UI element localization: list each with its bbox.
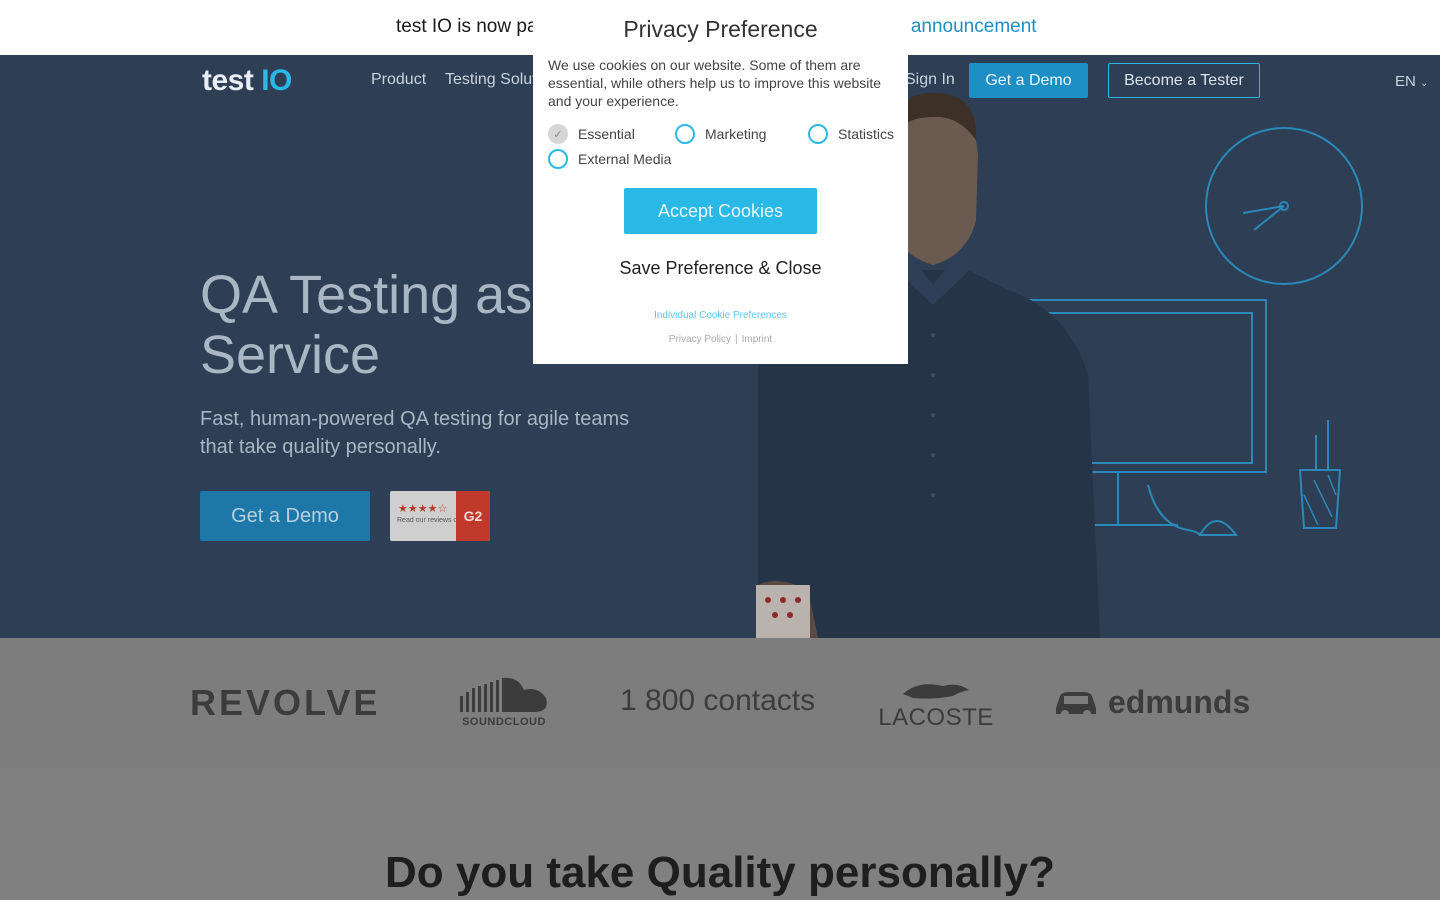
external-media-radio[interactable] xyxy=(548,149,568,169)
nav-testing-solutions[interactable]: Testing Solut xyxy=(445,71,537,89)
revolve-logo: REVOLVE xyxy=(190,682,381,723)
nav-product[interactable]: Product xyxy=(371,71,426,89)
privacy-preference-modal: Privacy Preference We use cookies on our… xyxy=(533,0,908,364)
external-media-option[interactable]: External Media xyxy=(548,149,671,169)
g2-reviews-badge[interactable]: ★★★★☆ Read our reviews on G2 xyxy=(390,491,490,541)
crocodile-icon xyxy=(903,684,969,699)
marketing-label: Marketing xyxy=(705,126,767,142)
soundcloud-cloud-icon xyxy=(460,677,547,712)
logo-accent: IO xyxy=(261,64,292,97)
save-preference-button[interactable]: Save Preference & Close xyxy=(533,258,908,279)
logo-text: test xyxy=(202,64,262,97)
lacoste-text: LACOSTE xyxy=(878,704,994,731)
marketing-option[interactable]: Marketing xyxy=(675,124,766,144)
statistics-option[interactable]: Statistics xyxy=(808,124,894,144)
testio-logo[interactable]: test IO xyxy=(202,64,292,98)
soundcloud-text: SOUNDCLOUD xyxy=(462,716,546,728)
customer-logos: REVOLVE SOUNDCLOUD 1 800 contacts LACOST… xyxy=(0,638,1440,768)
announcement-text: test IO is now pa xyxy=(396,16,538,37)
marketing-radio[interactable] xyxy=(675,124,695,144)
mouse-icon xyxy=(1198,520,1238,536)
rating-stars-icon: ★★★★☆ xyxy=(398,503,448,515)
section-title: Do you take Quality personally? xyxy=(385,848,1055,897)
external-media-label: External Media xyxy=(578,151,672,167)
announcement-link[interactable]: e announcement xyxy=(895,16,1037,38)
modal-footer-links: Privacy Policy | Imprint xyxy=(533,334,908,345)
g2-logo-icon: G2 xyxy=(456,491,490,541)
edmunds-logo: edmunds xyxy=(1052,682,1252,722)
hero-subtitle: Fast, human-powered QA testing for agile… xyxy=(200,408,630,458)
individual-cookie-preferences-link[interactable]: Individual Cookie Preferences xyxy=(533,310,908,321)
statistics-radio[interactable] xyxy=(808,124,828,144)
essential-checkmark-icon[interactable]: ✓ xyxy=(548,124,568,144)
lacoste-logo: LACOSTE xyxy=(873,676,999,732)
modal-description: We use cookies on our website. Some of t… xyxy=(548,57,882,109)
footer-separator: | xyxy=(735,334,738,345)
essential-label: Essential xyxy=(578,126,635,142)
1800contacts-logo: 1 800 contacts xyxy=(620,684,816,717)
quality-section: Do you take Quality personally? xyxy=(0,768,1440,900)
statistics-label: Statistics xyxy=(838,126,895,142)
edmunds-text: edmunds xyxy=(1108,684,1251,720)
essential-option[interactable]: ✓ Essential xyxy=(548,124,635,144)
imprint-link[interactable]: Imprint xyxy=(742,334,773,345)
soundcloud-logo: SOUNDCLOUD xyxy=(458,676,550,730)
modal-title: Privacy Preference xyxy=(623,16,818,42)
accept-cookies-button[interactable]: Accept Cookies xyxy=(624,188,817,234)
hero-get-demo-button[interactable]: Get a Demo xyxy=(200,491,370,541)
privacy-policy-link[interactable]: Privacy Policy xyxy=(669,334,731,345)
g2-badge-text: Read our reviews on xyxy=(397,517,462,524)
car-icon xyxy=(1056,692,1096,718)
